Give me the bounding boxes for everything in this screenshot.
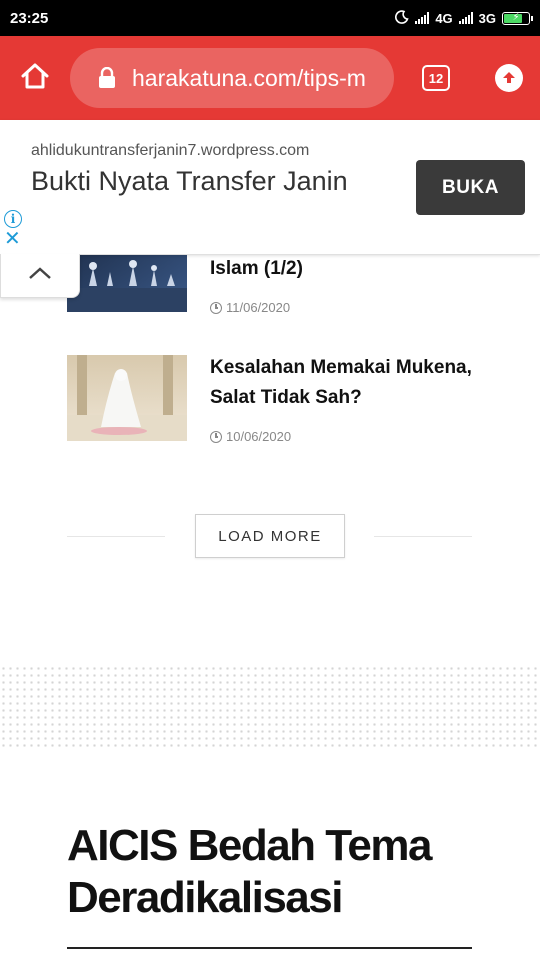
upload-icon [495, 64, 523, 92]
ad-close-icon[interactable]: ✕ [4, 229, 21, 249]
article-date-text: 10/06/2020 [226, 429, 292, 444]
divider-right [374, 536, 472, 537]
section-title: AICIS Bedah Tema Deradikalisasi [67, 821, 432, 922]
ad-collapse-button[interactable] [0, 254, 80, 298]
tab-count: 12 [422, 65, 450, 91]
load-more-button[interactable]: LOAD MORE [195, 514, 345, 558]
article-item[interactable]: Kesalahan Memakai Mukena, Salat Tidak Sa… [67, 355, 477, 445]
browser-toolbar: harakatuna.com/tips-m 12 [0, 36, 540, 120]
article-date-text: 11/06/2020 [226, 300, 291, 315]
ad-banner[interactable]: ahlidukuntransferjanin7.wordpress.com Bu… [0, 120, 540, 255]
clock-icon [210, 301, 222, 314]
moon-icon [395, 9, 409, 27]
network-type-2: 3G [478, 10, 496, 26]
home-button[interactable] [0, 36, 70, 120]
ad-open-button[interactable]: BUKA [416, 160, 525, 215]
network-type-1: 4G [435, 10, 453, 26]
address-bar[interactable]: harakatuna.com/tips-m [70, 48, 394, 108]
tabs-button[interactable]: 12 [394, 36, 478, 120]
ad-info-icon[interactable]: i [4, 210, 22, 228]
clock-icon [210, 430, 222, 443]
lock-icon [96, 65, 118, 91]
dotted-separator [0, 665, 540, 747]
divider-left [67, 536, 165, 537]
battery-icon: ⚡ [502, 11, 533, 25]
ad-domain: ahlidukuntransferjanin7.wordpress.com [31, 142, 310, 159]
chevron-up-icon [28, 266, 52, 285]
url-text: harakatuna.com/tips-m [132, 64, 366, 91]
upload-button[interactable] [478, 36, 540, 120]
article-title[interactable]: Islam (1/2) [210, 254, 480, 284]
signal-icon-2 [458, 12, 473, 24]
status-bar: 23:25 4G 3G ⚡ [0, 0, 540, 36]
home-icon [20, 62, 50, 95]
article-date: 11/06/2020 [210, 300, 290, 315]
signal-icon [415, 12, 430, 24]
section-underline [67, 947, 472, 949]
status-icons: 4G 3G ⚡ [395, 9, 533, 27]
article-title[interactable]: Kesalahan Memakai Mukena, Salat Tidak Sa… [210, 353, 480, 413]
ad-title[interactable]: Bukti Nyata Transfer Janin [31, 164, 371, 198]
article-date: 10/06/2020 [210, 429, 291, 444]
article-thumbnail[interactable] [67, 355, 187, 441]
status-time: 23:25 [10, 9, 49, 27]
